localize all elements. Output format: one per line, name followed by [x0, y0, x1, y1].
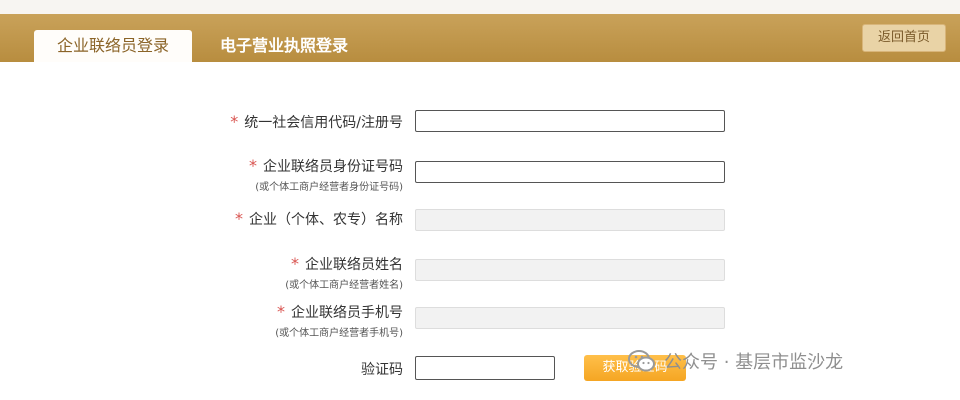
back-home-button[interactable]: 返回首页: [862, 24, 946, 52]
tab-liaison-login[interactable]: 企业联络员登录: [34, 30, 192, 62]
required-mark: *: [235, 209, 243, 228]
field-label: 企业联络员身份证号码: [263, 159, 403, 175]
watermark: 公众号 · 基层市监沙龙: [628, 346, 843, 376]
field-sublabel: (或个体工商户经营者身份证号码): [255, 182, 403, 193]
id-number-input[interactable]: [415, 161, 725, 183]
required-mark: *: [249, 156, 257, 175]
tab-electronic-license-login[interactable]: 电子营业执照登录: [220, 30, 348, 62]
watermark-text: 公众号 · 基层市监沙龙: [664, 352, 844, 373]
required-mark: *: [230, 112, 239, 131]
field-company-name-label-wrap: * 企业（个体、农专）名称: [235, 209, 403, 229]
field-liaison-name-label-wrap: * 企业联络员姓名 (或个体工商户经营者姓名): [285, 254, 403, 291]
field-label: 企业联络员手机号: [291, 305, 403, 321]
login-header: 企业联络员登录 电子营业执照登录 返回首页: [0, 14, 960, 62]
phone-input[interactable]: [415, 307, 725, 329]
field-credit-code-label-wrap: * 统一社会信用代码/注册号: [230, 112, 403, 132]
required-mark: *: [277, 302, 285, 321]
field-sublabel: (或个体工商户经营者姓名): [285, 280, 403, 291]
top-strip: [0, 0, 960, 14]
captcha-label-wrap: 验证码: [361, 359, 403, 379]
company-name-input[interactable]: [415, 209, 725, 231]
liaison-name-input[interactable]: [415, 259, 725, 281]
captcha-input[interactable]: [415, 356, 555, 380]
required-mark: *: [291, 254, 299, 273]
field-label: 企业（个体、农专）名称: [249, 212, 403, 228]
field-label: 统一社会信用代码/注册号: [244, 115, 403, 131]
credit-code-input[interactable]: [415, 110, 725, 132]
wechat-icon: [628, 350, 655, 372]
field-phone-label-wrap: * 企业联络员手机号 (或个体工商户经营者手机号): [275, 302, 403, 339]
field-label: 企业联络员姓名: [305, 257, 403, 273]
field-sublabel: (或个体工商户经营者手机号): [275, 328, 403, 339]
field-id-number-label-wrap: * 企业联络员身份证号码 (或个体工商户经营者身份证号码): [249, 156, 403, 193]
captcha-label: 验证码: [361, 362, 403, 378]
